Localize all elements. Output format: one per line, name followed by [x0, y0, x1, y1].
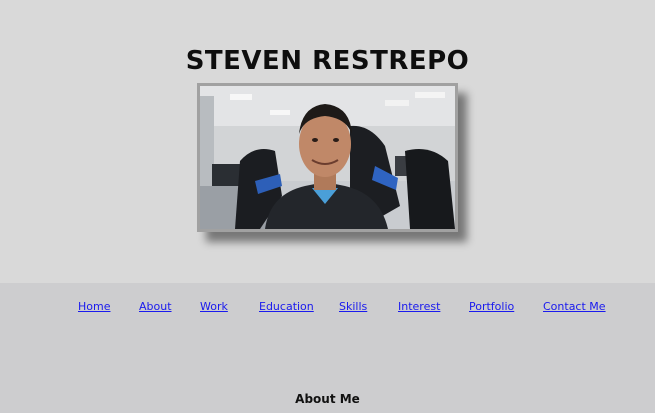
hero-section: STEVEN RESTREPO — [0, 0, 655, 283]
nav-link-education[interactable]: Education — [259, 300, 314, 313]
page-title: STEVEN RESTREPO — [185, 46, 470, 76]
nav-link-home[interactable]: Home — [78, 300, 110, 313]
nav-link-interest[interactable]: Interest — [398, 300, 440, 313]
nav-link-skills[interactable]: Skills — [339, 300, 367, 313]
main-nav: Home About Work Education Skills Interes… — [0, 300, 655, 320]
profile-photo — [197, 83, 458, 232]
nav-link-portfolio[interactable]: Portfolio — [469, 300, 514, 313]
nav-link-work[interactable]: Work — [200, 300, 228, 313]
nav-link-about[interactable]: About — [139, 300, 172, 313]
profile-photo-image — [200, 86, 455, 229]
about-me-heading: About Me — [295, 392, 360, 406]
nav-link-contact-me[interactable]: Contact Me — [543, 300, 606, 313]
